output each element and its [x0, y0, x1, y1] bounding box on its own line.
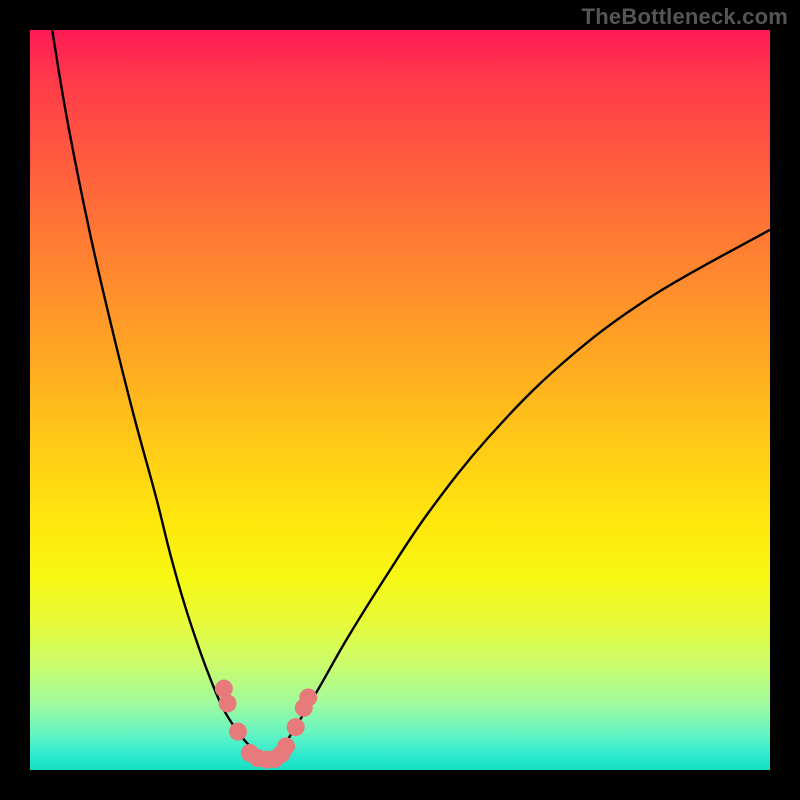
- data-marker: [299, 688, 317, 706]
- right-branch-curve: [267, 230, 770, 759]
- plot-area: [30, 30, 770, 770]
- left-branch-curve: [52, 30, 267, 759]
- data-marker: [277, 737, 295, 755]
- data-marker: [229, 723, 247, 741]
- chart-frame: TheBottleneck.com: [0, 0, 800, 800]
- data-marker: [219, 694, 237, 712]
- curve-layer: [30, 30, 770, 770]
- marker-group: [215, 680, 317, 769]
- data-marker: [287, 718, 305, 736]
- watermark-label: TheBottleneck.com: [582, 4, 788, 30]
